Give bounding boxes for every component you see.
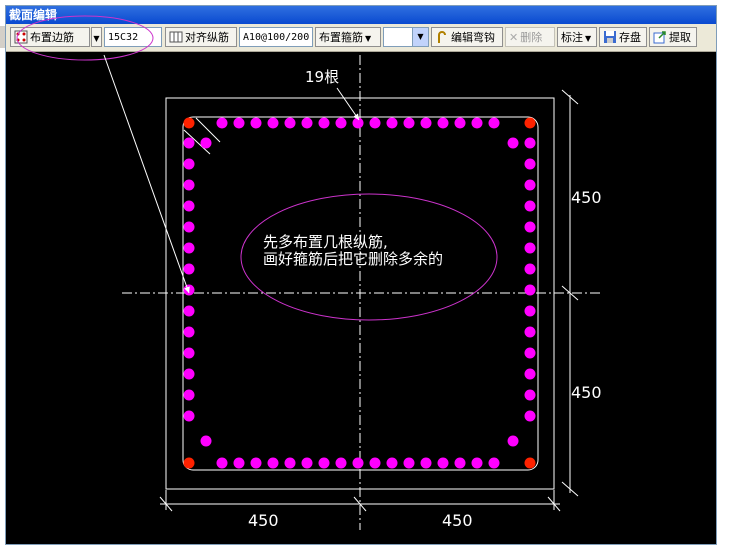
rebar-bottom[interactable] bbox=[437, 457, 449, 469]
rebar-left[interactable] bbox=[183, 410, 195, 422]
rebar-inner[interactable] bbox=[507, 137, 519, 149]
dimension-label-bottom-right: 450 bbox=[442, 511, 473, 530]
rebar-top[interactable] bbox=[284, 117, 296, 129]
rebar-top[interactable] bbox=[335, 117, 347, 129]
rebar-left[interactable] bbox=[183, 221, 195, 233]
rebar-top[interactable] bbox=[488, 117, 500, 129]
corner-rebar[interactable] bbox=[183, 117, 195, 129]
rebar-top[interactable] bbox=[233, 117, 245, 129]
rebar-right[interactable] bbox=[524, 347, 536, 359]
rebar-right[interactable] bbox=[524, 158, 536, 170]
rebar-bottom[interactable] bbox=[318, 457, 330, 469]
rebar-right[interactable] bbox=[524, 410, 536, 422]
rebar-bottom[interactable] bbox=[488, 457, 500, 469]
rebar-top[interactable] bbox=[437, 117, 449, 129]
rebar-top[interactable] bbox=[216, 117, 228, 129]
annotation-arrow bbox=[103, 54, 190, 294]
annotation-ellipse-toolbar bbox=[16, 15, 154, 61]
rebar-left[interactable] bbox=[183, 158, 195, 170]
rebar-right[interactable] bbox=[524, 263, 536, 275]
rebar-inner[interactable] bbox=[200, 435, 212, 447]
rebar-right[interactable] bbox=[524, 326, 536, 338]
dimension-label-right-top: 450 bbox=[571, 188, 602, 207]
dimension-label-bottom-left: 450 bbox=[248, 511, 279, 530]
rebar-top[interactable] bbox=[267, 117, 279, 129]
rebar-top[interactable] bbox=[318, 117, 330, 129]
rebar-top[interactable] bbox=[369, 117, 381, 129]
drawing-canvas[interactable]: 19根 先多布置几根纵筋, 画好箍筋后把它删除多余的 450 450 450 4… bbox=[0, 0, 741, 558]
rebar-bottom[interactable] bbox=[386, 457, 398, 469]
dimension-label-right-bottom: 450 bbox=[571, 383, 602, 402]
rebar-left[interactable] bbox=[183, 389, 195, 401]
rebar-bottom[interactable] bbox=[233, 457, 245, 469]
rebar-bottom[interactable] bbox=[250, 457, 262, 469]
rebar-inner[interactable] bbox=[200, 137, 212, 149]
rebar-count-label: 19根 bbox=[305, 68, 339, 86]
rebar-top[interactable] bbox=[301, 117, 313, 129]
rebar-top[interactable] bbox=[403, 117, 415, 129]
rebar-left[interactable] bbox=[183, 368, 195, 380]
rebar-bottom[interactable] bbox=[284, 457, 296, 469]
rebar-right[interactable] bbox=[524, 284, 536, 296]
rebar-bottom[interactable] bbox=[216, 457, 228, 469]
rebar-right[interactable] bbox=[524, 305, 536, 317]
rebar-right[interactable] bbox=[524, 137, 536, 149]
rebar-right[interactable] bbox=[524, 221, 536, 233]
rebar-left[interactable] bbox=[183, 326, 195, 338]
corner-rebar[interactable] bbox=[524, 117, 536, 129]
rebar-bottom[interactable] bbox=[471, 457, 483, 469]
rebar-inner[interactable] bbox=[507, 435, 519, 447]
rebar-left[interactable] bbox=[183, 305, 195, 317]
rebar-top[interactable] bbox=[454, 117, 466, 129]
rebar-bottom[interactable] bbox=[403, 457, 415, 469]
rebar-top[interactable] bbox=[250, 117, 262, 129]
note-line-2: 画好箍筋后把它删除多余的 bbox=[263, 250, 443, 268]
rebar-right[interactable] bbox=[524, 389, 536, 401]
rebar-bottom[interactable] bbox=[335, 457, 347, 469]
corner-rebar[interactable] bbox=[524, 457, 536, 469]
rebar-bottom[interactable] bbox=[454, 457, 466, 469]
rebar-bottom[interactable] bbox=[369, 457, 381, 469]
rebar-top[interactable] bbox=[471, 117, 483, 129]
rebar-bottom[interactable] bbox=[267, 457, 279, 469]
rebar-left[interactable] bbox=[183, 179, 195, 191]
rebar-bottom[interactable] bbox=[420, 457, 432, 469]
rebar-left[interactable] bbox=[183, 200, 195, 212]
rebar-left[interactable] bbox=[183, 137, 195, 149]
rebar-left[interactable] bbox=[183, 242, 195, 254]
rebar-bottom[interactable] bbox=[301, 457, 313, 469]
rebar-top[interactable] bbox=[386, 117, 398, 129]
rebar-left[interactable] bbox=[183, 347, 195, 359]
rebar-left[interactable] bbox=[183, 284, 195, 296]
note-line-1: 先多布置几根纵筋, bbox=[263, 233, 388, 251]
rebar-left[interactable] bbox=[183, 263, 195, 275]
rebar-right[interactable] bbox=[524, 242, 536, 254]
count-arrow bbox=[336, 87, 360, 121]
rebar-right[interactable] bbox=[524, 368, 536, 380]
rebar-bottom[interactable] bbox=[352, 457, 364, 469]
corner-rebar[interactable] bbox=[183, 457, 195, 469]
rebar-right[interactable] bbox=[524, 200, 536, 212]
rebar-top[interactable] bbox=[420, 117, 432, 129]
rebar-right[interactable] bbox=[524, 179, 536, 191]
